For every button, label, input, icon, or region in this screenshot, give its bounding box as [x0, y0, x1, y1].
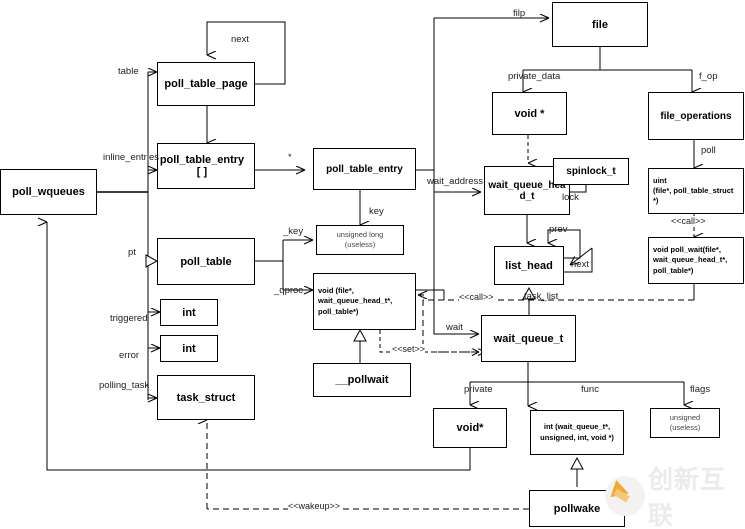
node-label: int (wait_queue_t*, unsigned, int, void …: [540, 422, 614, 442]
edge-label-wait: wait: [446, 322, 463, 333]
node-label: list_head: [505, 259, 553, 272]
node-label: task_struct: [176, 391, 236, 404]
uml-class-diagram: poll_wqueues poll_table_page poll_table_…: [0, 0, 745, 529]
connector-layer: [0, 0, 745, 510]
node-file[interactable]: file: [552, 2, 648, 47]
node-label: void*: [456, 422, 484, 434]
node-int-error[interactable]: int: [160, 335, 218, 362]
edge-label-wait-address: wait_address: [427, 176, 483, 187]
node-file-operations[interactable]: file_operations: [648, 92, 744, 140]
node-poll-wqueues[interactable]: poll_wqueues: [0, 169, 97, 215]
node-label: int: [182, 306, 196, 319]
edge-label-error: error: [119, 350, 140, 361]
node-label: __pollwait: [335, 374, 389, 386]
edge-label-call-left: <<call>>: [459, 292, 494, 302]
node-qproc-signature[interactable]: void (file*, wait_queue_head_t*, poll_ta…: [313, 273, 416, 330]
node-label: void poll_wait(file*, wait_queue_head_t*…: [653, 245, 728, 275]
node-label: spinlock_t: [566, 166, 616, 177]
edge-label-prev: prev: [549, 224, 568, 235]
node-label: wait_queue_t: [493, 332, 564, 345]
node-poll-table[interactable]: poll_table: [157, 238, 255, 285]
edge-label-private: private: [464, 384, 493, 395]
node-label: pollwake: [553, 502, 601, 515]
node-label: poll_table_entry [ ]: [159, 154, 245, 178]
edge-label-key: key: [369, 206, 384, 217]
node-unsigned-flags[interactable]: unsigned (useless): [650, 408, 720, 438]
edge-label-inline-entries: inline_entries: [103, 152, 159, 163]
edge-label-call-right: <<call>>: [671, 216, 706, 226]
node-label: void (file*, wait_queue_head_t*, poll_ta…: [318, 286, 393, 316]
edge-label-flags: flags: [690, 384, 711, 395]
node-label: file: [592, 18, 608, 31]
node-int-triggered[interactable]: int: [160, 299, 218, 326]
node-void-pointer-private[interactable]: void*: [433, 408, 507, 448]
node-task-struct[interactable]: task_struct: [157, 375, 255, 420]
node-func-signature[interactable]: int (wait_queue_t*, unsigned, int, void …: [530, 410, 624, 455]
edge-label-table: table: [118, 66, 139, 77]
edge-label-triggered: triggered: [110, 313, 148, 324]
node-label: unsigned (useless): [669, 412, 701, 432]
node-unsigned-long[interactable]: unsigned long (useless): [316, 225, 404, 255]
node-label: file_operations: [660, 110, 732, 122]
edge-label-task-list: task_list: [524, 291, 559, 302]
node-label: int: [182, 342, 196, 355]
edge-label-pt: pt: [128, 247, 136, 258]
node-list-head[interactable]: list_head: [494, 246, 564, 285]
node-label: poll_table_entry: [326, 163, 403, 175]
edge-label-lock: lock: [562, 192, 579, 203]
edge-label-set: <<set>>: [392, 344, 426, 354]
edge-label-polling-task: polling_task: [99, 380, 150, 391]
node-poll-wait-signature[interactable]: void poll_wait(file*, wait_queue_head_t*…: [648, 237, 744, 284]
edge-label-key-left: _key: [283, 226, 304, 237]
node-spinlock-t[interactable]: spinlock_t: [553, 158, 629, 185]
edge-label-f-op: f_op: [699, 71, 718, 82]
node-poll-table-page[interactable]: poll_table_page: [157, 62, 255, 106]
edge-label-qproc: _qproc: [274, 285, 304, 296]
edge-label-filp: filp: [513, 8, 526, 19]
node-label: poll_wqueues: [12, 186, 85, 198]
node-label: poll_table_page: [164, 78, 248, 90]
node-poll-table-entry[interactable]: poll_table_entry: [313, 148, 416, 190]
edge-label-next-list: next: [571, 259, 589, 270]
node-pollwait[interactable]: __pollwait: [313, 363, 411, 397]
edge-label-star: *: [288, 152, 292, 163]
edge-label-wakeup: <<wakeup>>: [288, 501, 341, 511]
node-label: void *: [514, 107, 545, 120]
node-label: poll_table: [180, 255, 232, 268]
node-pollwake[interactable]: pollwake: [529, 490, 625, 527]
edge-label-private-data: private_data: [508, 71, 561, 82]
edge-label-poll: poll: [701, 145, 716, 156]
node-void-pointer[interactable]: void *: [492, 92, 567, 135]
node-poll-signature[interactable]: uint (file*, poll_table_struct *): [648, 168, 744, 214]
node-poll-table-entry-array[interactable]: poll_table_entry [ ]: [157, 143, 255, 189]
node-label: unsigned long (useless): [336, 229, 384, 249]
edge-label-func: func: [581, 384, 599, 395]
node-label: uint (file*, poll_table_struct *): [653, 175, 734, 206]
node-wait-queue-t[interactable]: wait_queue_t: [481, 315, 576, 362]
edge-label-next-top: next: [231, 34, 249, 45]
